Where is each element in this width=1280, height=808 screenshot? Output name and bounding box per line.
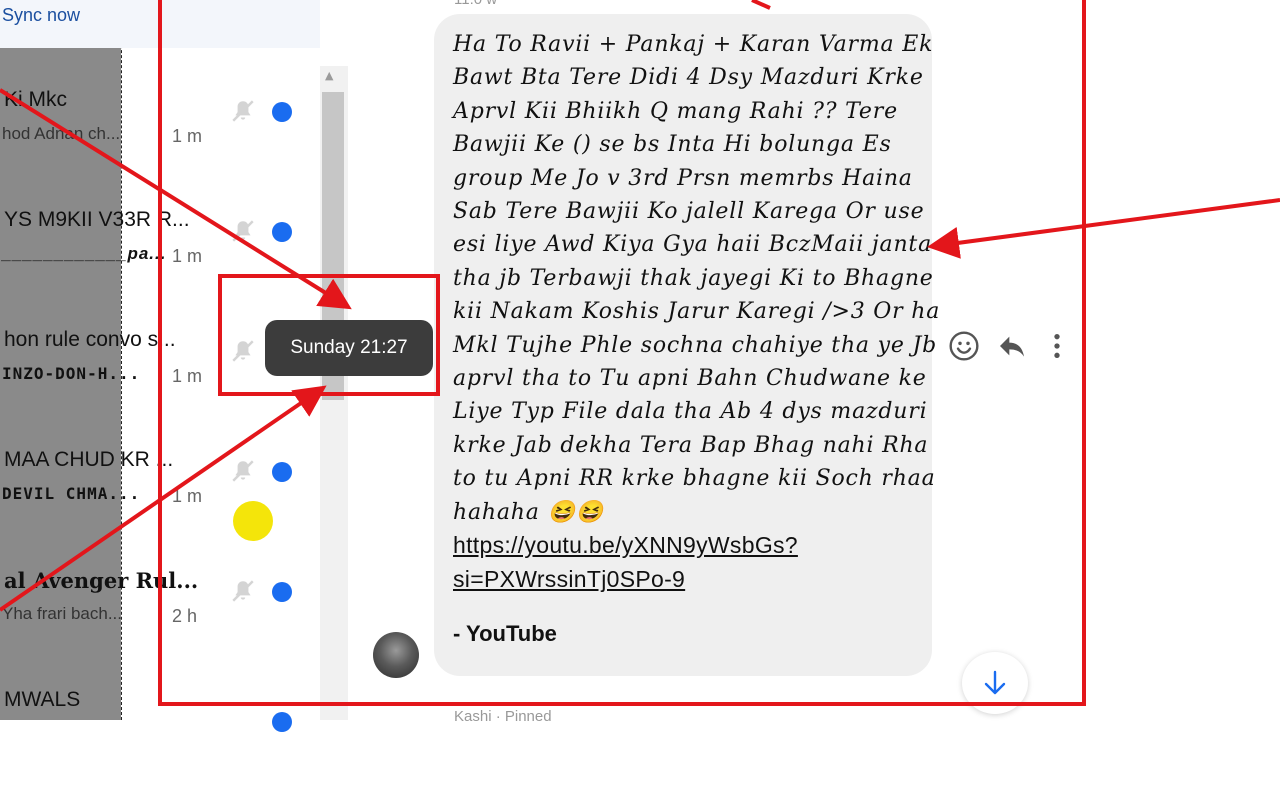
chat-preview: Yha frari bach... (2, 604, 123, 623)
chat-preview: INZO-DON-H... (2, 364, 141, 383)
chat-preview: DEVIL CHMA... (2, 484, 141, 503)
chat-name: Ki Mkc (4, 88, 67, 111)
next-message-meta-clipped: Kashi · Pinned (454, 708, 552, 725)
chat-name: MAA CHUD KR ... (4, 448, 174, 471)
sync-now-link[interactable]: Sync now (2, 5, 80, 26)
unread-dot (272, 712, 292, 732)
chat-preview: ____________pa... (2, 244, 167, 263)
chat-preview: hod Adnan ch... (2, 124, 121, 143)
chat-name: MWALS (4, 688, 81, 711)
annotation-box (218, 274, 440, 396)
chat-name: hon rule convo s... (4, 328, 176, 351)
chat-list-item[interactable]: MWALS (0, 688, 320, 808)
